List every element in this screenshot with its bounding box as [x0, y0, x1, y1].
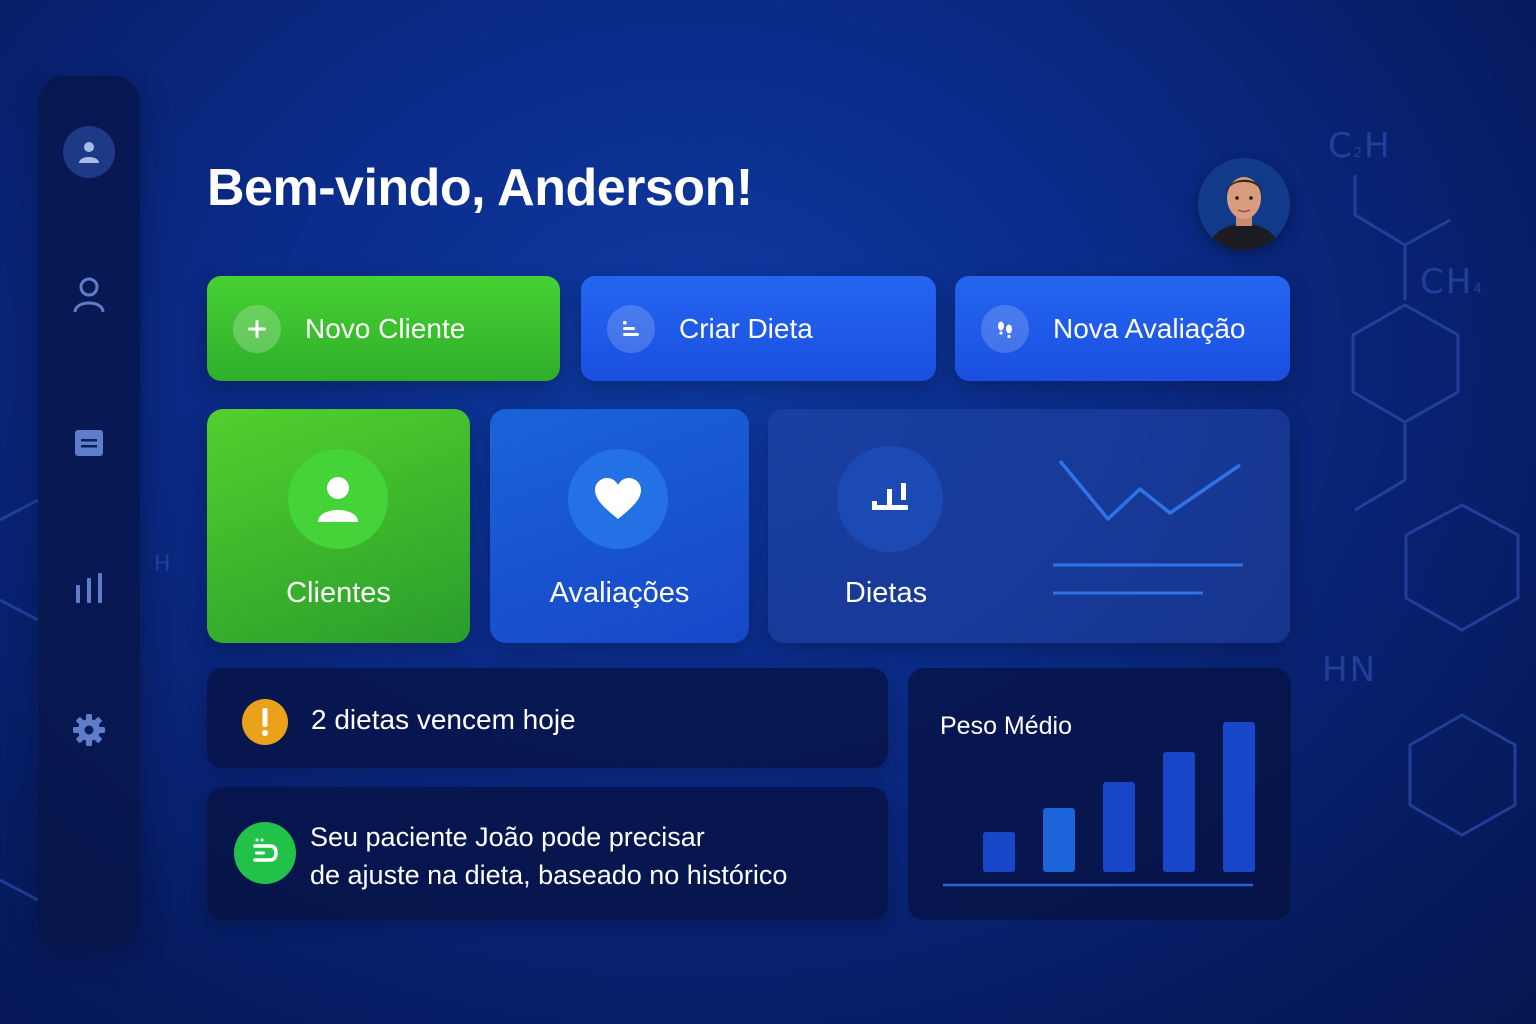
sidebar-item-clients[interactable]	[63, 269, 115, 321]
create-diet-button[interactable]: Criar Dieta	[581, 276, 936, 381]
new-assessment-label: Nova Avaliação	[1053, 312, 1246, 344]
suggestion-line-1: Seu paciente João pode precisar	[310, 822, 705, 852]
sidebar-item-profile[interactable]	[63, 126, 115, 178]
tile-clients[interactable]: Clientes	[207, 409, 470, 643]
average-weight-chart-card: Peso Médio	[908, 668, 1291, 920]
plus-icon	[233, 304, 281, 353]
new-client-label: Novo Cliente	[305, 312, 466, 344]
bar-chart-icon	[76, 573, 102, 603]
gear-icon	[73, 714, 105, 746]
document-icon	[75, 430, 103, 456]
tile-diets[interactable]: Dietas	[768, 409, 1290, 643]
formula-hn: HN	[1322, 650, 1377, 690]
user-icon	[288, 449, 388, 549]
sidebar	[38, 76, 140, 946]
chart-bar-3	[1103, 782, 1135, 872]
footprints-icon	[981, 304, 1029, 353]
chart-bar-1	[983, 832, 1015, 872]
suggestion-text: Seu paciente João pode precisar de ajust…	[310, 818, 787, 894]
formula-h: H	[154, 552, 173, 577]
tile-assessments[interactable]: Avaliações	[490, 409, 749, 643]
chart-icon	[837, 446, 943, 552]
page-title: Bem-vindo, Anderson!	[207, 159, 753, 217]
chart-bar-2	[1043, 808, 1075, 872]
warning-icon	[242, 699, 288, 745]
sidebar-item-documents[interactable]	[63, 417, 115, 469]
create-diet-label: Criar Dieta	[679, 312, 813, 344]
diet-trend-sparkline	[1053, 459, 1243, 595]
user-circle-icon	[79, 142, 99, 163]
sidebar-item-settings[interactable]	[63, 704, 115, 756]
chart-bar-4	[1163, 752, 1195, 872]
chart-bar-5	[1223, 722, 1255, 872]
new-client-button[interactable]: Novo Cliente	[207, 276, 560, 381]
user-icon	[73, 277, 105, 313]
average-weight-chart	[943, 722, 1255, 887]
heart-icon	[568, 449, 668, 549]
tile-clients-label: Clientes	[286, 577, 391, 609]
formula-ch4: CH4	[1420, 262, 1484, 302]
tile-diets-label: Dietas	[844, 577, 928, 609]
ai-assistant-icon	[234, 822, 296, 884]
diet-due-alert[interactable]: 2 dietas vencem hoje	[207, 668, 888, 768]
suggestion-card[interactable]: Seu paciente João pode precisar de ajust…	[207, 787, 888, 920]
tile-assessments-label: Avaliações	[549, 577, 690, 609]
user-photo-icon	[1198, 158, 1290, 250]
list-icon	[607, 304, 655, 353]
new-assessment-button[interactable]: Nova Avaliação	[955, 276, 1290, 381]
avatar[interactable]	[1198, 158, 1290, 250]
diet-due-text: 2 dietas vencem hoje	[311, 704, 576, 735]
suggestion-line-2: de ajuste na dieta, baseado no histórico	[310, 860, 788, 890]
sidebar-item-reports[interactable]	[63, 561, 115, 613]
formula-ch2: C2H	[1328, 126, 1392, 166]
